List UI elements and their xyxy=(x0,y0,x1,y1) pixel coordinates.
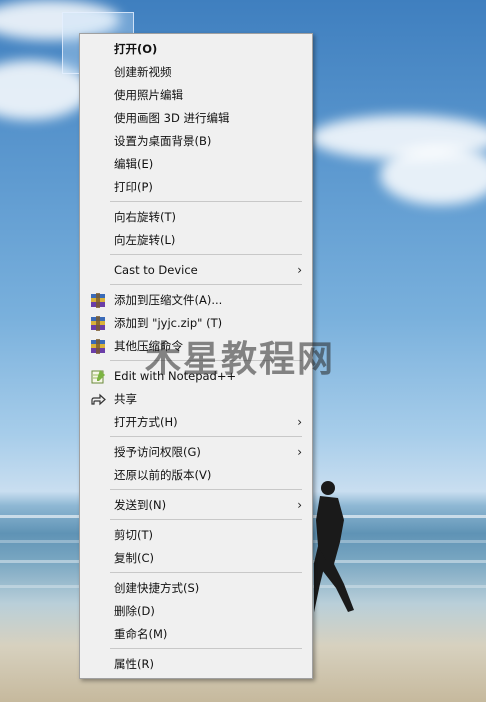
menu-item-edit-with-paint3d[interactable]: 使用画图 3D 进行编辑 xyxy=(82,107,310,130)
menu-item-label: 编辑(E) xyxy=(114,157,154,171)
menu-item-label: 打开方式(H) xyxy=(114,415,178,429)
menu-item-label: 属性(R) xyxy=(114,657,154,671)
chevron-right-icon: › xyxy=(297,263,302,277)
menu-item-label: 共享 xyxy=(114,392,137,406)
menu-item-set-desktop-background[interactable]: 设置为桌面背景(B) xyxy=(82,130,310,153)
menu-separator xyxy=(110,519,302,520)
menu-item-label: 向左旋转(L) xyxy=(114,233,176,247)
menu-item-create-shortcut[interactable]: 创建快捷方式(S) xyxy=(82,577,310,600)
menu-separator xyxy=(110,254,302,255)
chevron-right-icon: › xyxy=(297,415,302,429)
menu-item-label: 授予访问权限(G) xyxy=(114,445,201,459)
menu-item-properties[interactable]: 属性(R) xyxy=(82,653,310,676)
menu-item-label: 重命名(M) xyxy=(114,627,168,641)
menu-item-create-video[interactable]: 创建新视频 xyxy=(82,61,310,84)
menu-item-restore-previous-versions[interactable]: 还原以前的版本(V) xyxy=(82,464,310,487)
menu-item-label: 向右旋转(T) xyxy=(114,210,176,224)
menu-item-give-access[interactable]: 授予访问权限(G) › xyxy=(82,441,310,464)
chevron-right-icon: › xyxy=(297,498,302,512)
cloud xyxy=(380,145,486,205)
menu-item-rotate-left[interactable]: 向左旋转(L) xyxy=(82,229,310,252)
menu-item-label: 使用照片编辑 xyxy=(114,88,183,102)
notepad-plus-plus-icon xyxy=(90,369,106,384)
menu-item-label: 打开(O) xyxy=(114,42,158,56)
chevron-right-icon: › xyxy=(297,445,302,459)
menu-item-cast-to-device[interactable]: Cast to Device › xyxy=(82,259,310,282)
winrar-archive-icon xyxy=(90,316,106,331)
winrar-archive-icon xyxy=(90,339,106,354)
menu-item-label: 创建快捷方式(S) xyxy=(114,581,200,595)
menu-item-print[interactable]: 打印(P) xyxy=(82,176,310,199)
menu-separator xyxy=(110,436,302,437)
menu-separator xyxy=(110,284,302,285)
menu-separator xyxy=(110,489,302,490)
menu-item-label: 复制(C) xyxy=(114,551,155,565)
menu-item-rename[interactable]: 重命名(M) xyxy=(82,623,310,646)
menu-item-add-to-archive[interactable]: 添加到压缩文件(A)... xyxy=(82,289,310,312)
menu-item-copy[interactable]: 复制(C) xyxy=(82,547,310,570)
menu-item-open-with[interactable]: 打开方式(H) › xyxy=(82,411,310,434)
menu-item-cut[interactable]: 剪切(T) xyxy=(82,524,310,547)
menu-separator xyxy=(110,572,302,573)
menu-item-label: Cast to Device xyxy=(114,263,198,277)
share-icon xyxy=(90,392,106,407)
menu-item-label: 打印(P) xyxy=(114,180,153,194)
menu-item-label: 发送到(N) xyxy=(114,498,167,512)
menu-separator xyxy=(110,648,302,649)
menu-item-label: 剪切(T) xyxy=(114,528,153,542)
menu-item-label: 设置为桌面背景(B) xyxy=(114,134,212,148)
menu-separator xyxy=(110,201,302,202)
menu-item-delete[interactable]: 删除(D) xyxy=(82,600,310,623)
menu-item-label: 删除(D) xyxy=(114,604,155,618)
watermark-text: 木星教程网 xyxy=(145,339,336,380)
menu-item-label: 还原以前的版本(V) xyxy=(114,468,212,482)
menu-item-share[interactable]: 共享 xyxy=(82,388,310,411)
menu-item-rotate-right[interactable]: 向右旋转(T) xyxy=(82,206,310,229)
menu-item-label: 使用画图 3D 进行编辑 xyxy=(114,111,230,125)
menu-item-send-to[interactable]: 发送到(N) › xyxy=(82,494,310,517)
menu-item-edit-with-photos[interactable]: 使用照片编辑 xyxy=(82,84,310,107)
menu-item-label: 创建新视频 xyxy=(114,65,172,79)
menu-item-label: 添加到压缩文件(A)... xyxy=(114,293,223,307)
runner-silhouette xyxy=(314,481,354,613)
menu-item-edit[interactable]: 编辑(E) xyxy=(82,153,310,176)
winrar-archive-icon xyxy=(90,293,106,308)
menu-item-open[interactable]: 打开(O) xyxy=(82,38,310,61)
